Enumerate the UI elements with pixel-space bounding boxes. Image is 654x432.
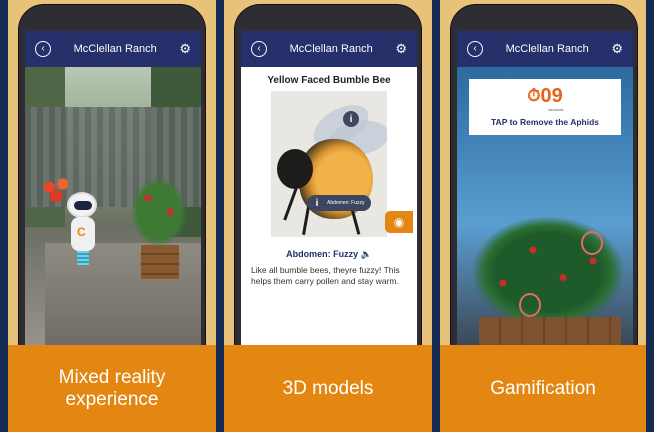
panel-gamification: ‹ McClellan Ranch ⚙ ⏱09 seconds TAP to R… <box>440 0 646 432</box>
aphid-target[interactable] <box>581 231 603 255</box>
robot-face <box>74 201 92 210</box>
planter-box <box>141 245 179 279</box>
info-icon[interactable]: i <box>309 195 325 211</box>
phone-frame: ‹ McClellan Ranch ⚙ ⏱09 seconds TAP to R… <box>450 4 638 360</box>
panel-3d-models: ‹ McClellan Ranch ⚙ Yellow Faced Bumble … <box>224 0 432 432</box>
bee-leg <box>283 187 298 221</box>
app-bar: ‹ McClellan Ranch ⚙ <box>25 31 201 67</box>
virtual-plant <box>473 217 623 327</box>
app-title: McClellan Ranch <box>289 43 373 55</box>
phone-screen: C ‹ McClellan Ranch ⚙ <box>25 31 201 353</box>
phone-screen: ‹ McClellan Ranch ⚙ ⏱09 seconds TAP to R… <box>457 31 633 353</box>
timer-card: ⏱09 seconds TAP to Remove the Aphids <box>469 79 621 135</box>
virtual-plant[interactable] <box>131 177 187 247</box>
feature-label: Abdomen: Fuzzy 🔈 <box>241 249 417 260</box>
app-title: McClellan Ranch <box>73 43 157 55</box>
species-title: Yellow Faced Bumble Bee <box>267 75 391 86</box>
caption: Gamification <box>440 345 646 432</box>
back-arrow-icon[interactable]: ‹ <box>467 41 483 57</box>
game-instruction: TAP to Remove the Aphids <box>491 117 599 127</box>
timer-value: 09 <box>540 85 563 107</box>
phone-frame: ‹ McClellan Ranch ⚙ Yellow Faced Bumble … <box>234 4 422 360</box>
caption: Mixed reality experience <box>8 345 216 432</box>
timer: ⏱09 <box>469 85 621 108</box>
feature-text: Abdomen: Fuzzy <box>286 249 359 259</box>
info-tag-label: Abdomen: Fuzzy <box>327 200 365 206</box>
robot-body: C <box>71 217 95 251</box>
timer-unit: seconds <box>548 107 564 112</box>
info-icon[interactable]: i <box>343 111 359 127</box>
caption: 3D models <box>224 345 432 432</box>
app-title: McClellan Ranch <box>505 43 589 55</box>
robot-mascot[interactable] <box>67 192 97 218</box>
app-bar: ‹ McClellan Ranch ⚙ <box>241 31 417 67</box>
gear-icon[interactable]: ⚙ <box>179 41 191 57</box>
species-description: Like all bumble bees, theyre fuzzy! This… <box>251 265 400 287</box>
back-arrow-icon[interactable]: ‹ <box>35 41 51 57</box>
speaker-icon[interactable]: 🔈 <box>361 249 372 259</box>
robot-logo: C <box>77 225 86 239</box>
back-arrow-icon[interactable]: ‹ <box>251 41 267 57</box>
bee-3d-model[interactable]: i Abdomen: Fuzzy i <box>271 91 387 237</box>
phone-frame: C ‹ McClellan Ranch ⚙ <box>18 4 206 360</box>
aphid-target[interactable] <box>519 293 541 317</box>
stopwatch-icon: ⏱ <box>527 86 541 105</box>
gear-icon[interactable]: ⚙ <box>611 41 623 57</box>
gear-icon[interactable]: ⚙ <box>395 41 407 57</box>
panel-mixed-reality: C ‹ McClellan Ranch ⚙ Mixed reality expe… <box>8 0 216 432</box>
ar-camera-view[interactable]: C <box>25 67 201 353</box>
bee-head <box>277 149 313 189</box>
phone-screen: ‹ McClellan Ranch ⚙ Yellow Faced Bumble … <box>241 31 417 353</box>
robot-spring <box>77 251 89 265</box>
app-bar: ‹ McClellan Ranch ⚙ <box>457 31 633 67</box>
eye-camera-icon[interactable]: ◉ <box>385 211 413 233</box>
